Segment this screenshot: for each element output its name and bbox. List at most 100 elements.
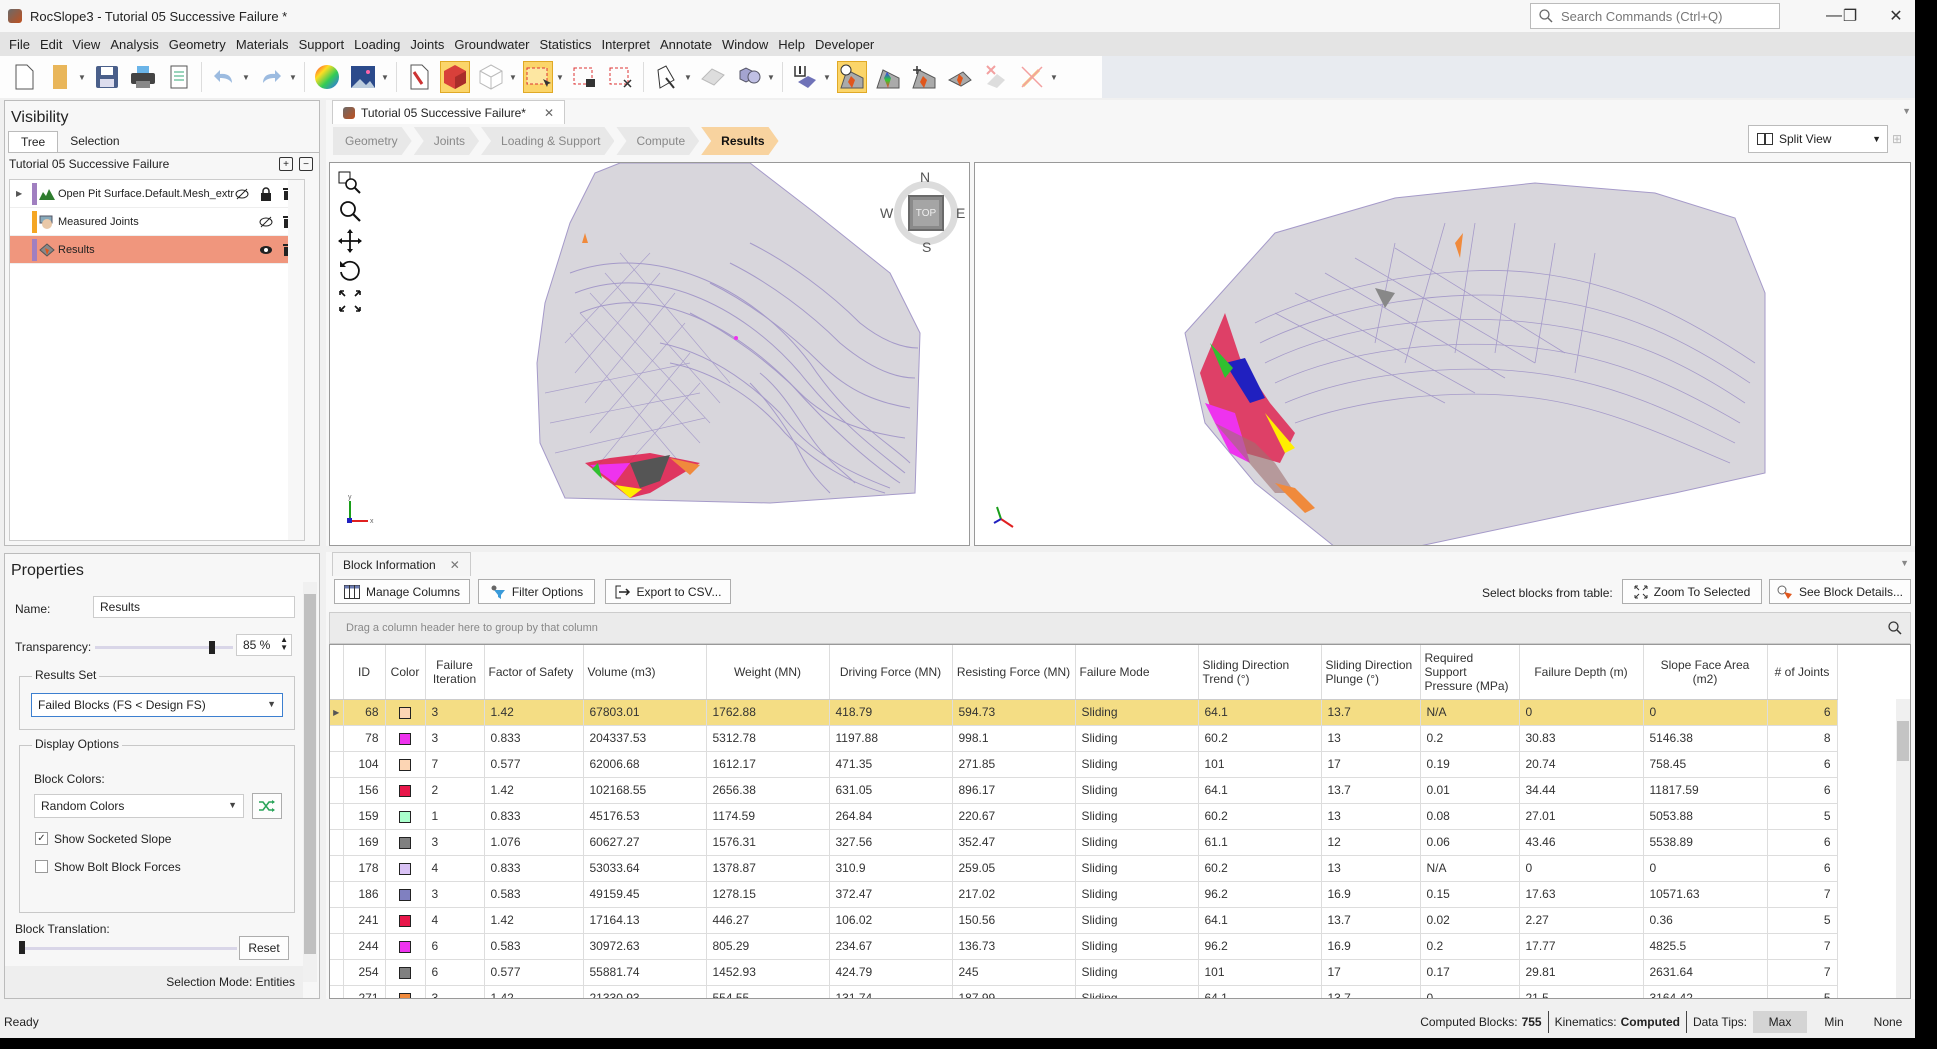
row-indicator[interactable]	[330, 803, 344, 830]
cell-res[interactable]: 217.02	[952, 881, 1076, 908]
cell-wt[interactable]: 1762.88	[706, 699, 830, 726]
contour-button[interactable]	[873, 61, 903, 93]
cell-plunge[interactable]: 13	[1321, 803, 1421, 830]
cell-iter[interactable]: 3	[425, 699, 485, 726]
cell-wt[interactable]: 805.29	[706, 933, 830, 960]
undo-button[interactable]	[209, 61, 239, 93]
table-row[interactable]: 254 6 0.577 55881.74 1452.93 424.79 245 Sliding…	[330, 959, 1838, 986]
cell-area[interactable]: 10571.63	[1643, 881, 1768, 908]
see-block-details-button[interactable]: See Block Details...	[1769, 579, 1911, 604]
block-colors-dropdown[interactable]: Random Colors ▼	[34, 794, 244, 818]
row-indicator[interactable]	[330, 881, 344, 908]
menu-view[interactable]: View	[67, 37, 105, 52]
cell-iter[interactable]: 1	[425, 803, 485, 830]
print-button[interactable]	[128, 61, 158, 93]
cell-iter[interactable]: 3	[425, 881, 485, 908]
cell-trend[interactable]: 60.2	[1198, 725, 1322, 752]
cell-res[interactable]: 220.67	[952, 803, 1076, 830]
cell-iter[interactable]: 7	[425, 751, 485, 778]
solid-view-button[interactable]	[440, 61, 470, 93]
cell-area[interactable]: 758.45	[1643, 751, 1768, 778]
cell-res[interactable]: 187.99	[952, 985, 1076, 998]
transparency-slider-thumb[interactable]	[209, 641, 216, 654]
menu-loading[interactable]: Loading	[349, 37, 405, 52]
table-scrollbar[interactable]	[1896, 699, 1910, 998]
reset-button[interactable]: Reset	[239, 936, 289, 960]
cell-trend[interactable]: 64.1	[1198, 777, 1322, 804]
open-dropdown-icon[interactable]: ▼	[78, 73, 86, 82]
edit-properties-button[interactable]	[404, 61, 434, 93]
properties-scrollbar[interactable]	[303, 582, 317, 982]
cell-id[interactable]: 169	[343, 829, 386, 856]
cell-mode[interactable]: Sliding	[1075, 907, 1199, 934]
menu-window[interactable]: Window	[717, 37, 773, 52]
cell-depth[interactable]: 27.01	[1519, 803, 1644, 830]
view-mode-dropdown[interactable]: Split View ▼	[1748, 125, 1888, 153]
cell-res[interactable]: 271.85	[952, 751, 1076, 778]
menu-materials[interactable]: Materials	[231, 37, 294, 52]
cell-trend[interactable]: 64.1	[1198, 699, 1322, 726]
cell-drv[interactable]: 106.02	[829, 907, 953, 934]
viewport-top-view[interactable]: yx TOP N S E W	[329, 162, 970, 546]
cell-joints[interactable]: 6	[1767, 699, 1838, 726]
row-indicator[interactable]	[330, 907, 344, 934]
visibility-hidden-icon[interactable]	[234, 186, 250, 202]
cell-drv[interactable]: 234.67	[829, 933, 953, 960]
cell-joints[interactable]: 7	[1767, 933, 1838, 960]
cell-mode[interactable]: Sliding	[1075, 959, 1199, 986]
cell-color[interactable]	[385, 803, 426, 830]
table-row[interactable]: 159 1 0.833 45176.53 1174.59 264.84 220.67 Slid…	[330, 803, 1838, 830]
expand-all-icon[interactable]: +	[279, 157, 293, 171]
cell-mode[interactable]: Sliding	[1075, 751, 1199, 778]
deselect-button[interactable]	[606, 61, 636, 93]
cell-vol[interactable]: 102168.55	[583, 777, 707, 804]
tree-item-measured-joints[interactable]: Measured Joints	[10, 208, 304, 236]
cell-area[interactable]: 5146.38	[1643, 725, 1768, 752]
cell-pres[interactable]: 0.2	[1420, 933, 1520, 960]
cell-vol[interactable]: 62006.68	[583, 751, 707, 778]
cell-id[interactable]: 241	[343, 907, 386, 934]
lock-selection-button[interactable]	[570, 61, 600, 93]
cell-mode[interactable]: Sliding	[1075, 855, 1199, 882]
cell-pres[interactable]: 0.17	[1420, 959, 1520, 986]
column-header[interactable]: Failure Depth (m)	[1519, 645, 1644, 700]
column-header[interactable]: Volume (m3)	[583, 645, 707, 700]
cell-res[interactable]: 136.73	[952, 933, 1076, 960]
cell-depth[interactable]: 0	[1519, 699, 1644, 726]
cell-depth[interactable]: 30.83	[1519, 725, 1644, 752]
cell-mode[interactable]: Sliding	[1075, 829, 1199, 856]
cell-trend[interactable]: 96.2	[1198, 881, 1322, 908]
cell-color[interactable]	[385, 985, 426, 998]
tab-list-dropdown-icon[interactable]: ▼	[1902, 106, 1911, 116]
cell-fs[interactable]: 0.583	[484, 933, 584, 960]
table-row[interactable]: 178 4 0.833 53033.64 1378.87 310.9 259.05 Slidi…	[330, 855, 1838, 882]
cell-wt[interactable]: 1612.17	[706, 751, 830, 778]
select-dropdown-icon[interactable]: ▼	[556, 73, 564, 82]
cell-id[interactable]: 254	[343, 959, 386, 986]
table-row[interactable]: 271 3 1.42 21330.93 554.55 131.74 187.99 Slidin…	[330, 985, 1838, 998]
cell-id[interactable]: 271	[343, 985, 386, 998]
cell-trend[interactable]: 64.1	[1198, 985, 1322, 998]
menu-developer[interactable]: Developer	[810, 37, 879, 52]
document-tab[interactable]: Tutorial 05 Successive Failure* ✕	[332, 100, 566, 124]
cell-area[interactable]: 5053.88	[1643, 803, 1768, 830]
plane-button[interactable]	[698, 61, 728, 93]
manage-columns-button[interactable]: Manage Columns	[334, 579, 470, 604]
visibility-eye-icon[interactable]	[258, 242, 274, 258]
cell-pres[interactable]: 0.15	[1420, 881, 1520, 908]
spinner-arrows-icon[interactable]: ▲ ▼	[280, 636, 288, 652]
cell-wt[interactable]: 1278.15	[706, 881, 830, 908]
cell-area[interactable]: 4825.5	[1643, 933, 1768, 960]
row-indicator[interactable]	[330, 933, 344, 960]
cell-fs[interactable]: 1.42	[484, 907, 584, 934]
cell-depth[interactable]: 0	[1519, 855, 1644, 882]
view-cube-top[interactable]: TOP	[908, 195, 944, 231]
pen-tool-button[interactable]	[651, 61, 681, 93]
menu-file[interactable]: File	[4, 37, 35, 52]
cell-id[interactable]: 104	[343, 751, 386, 778]
group-by-drop-zone[interactable]: Drag a column header here to group by th…	[329, 612, 1911, 644]
data-tips-max-button[interactable]: Max	[1753, 1011, 1807, 1033]
cell-joints[interactable]: 6	[1767, 751, 1838, 778]
tree-item-results[interactable]: Results	[10, 236, 304, 264]
table-row[interactable]: 241 4 1.42 17164.13 446.27 106.02 150.56 Slidin…	[330, 907, 1838, 934]
